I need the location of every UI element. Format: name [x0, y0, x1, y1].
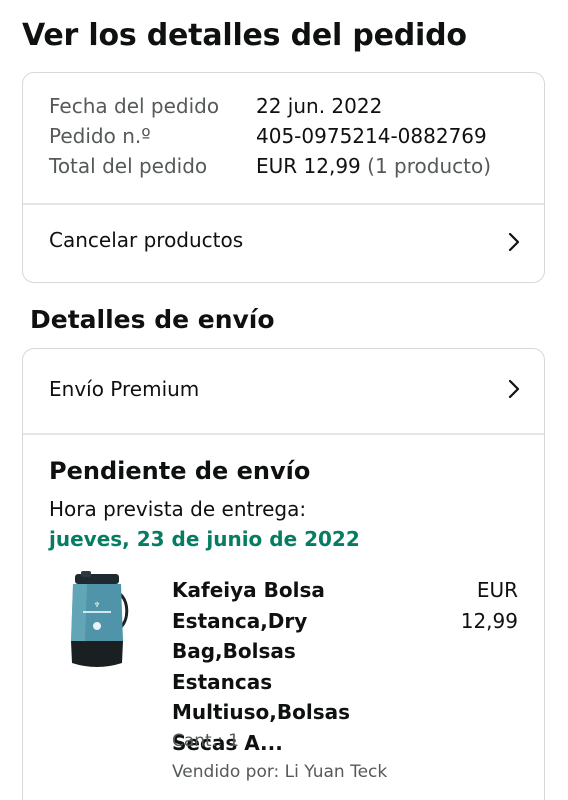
page-title: Ver los detalles del pedido: [22, 18, 467, 53]
order-number-label: Pedido n.º: [49, 124, 151, 148]
dry-bag-product-image[interactable]: ♆: [67, 571, 133, 671]
product-price: EUR 12,99: [461, 575, 518, 636]
chevron-right-icon: [508, 379, 520, 399]
shipment-status: Pendiente de envío: [49, 457, 311, 485]
order-summary-card: Fecha del pedido 22 jun. 2022 Pedido n.º…: [22, 72, 545, 283]
order-total-label: Total del pedido: [49, 154, 208, 178]
delivery-estimate-date: jueves, 23 de junio de 2022: [49, 527, 360, 551]
cancel-products-label: Cancelar productos: [49, 228, 244, 252]
shipping-method-row[interactable]: Envío Premium: [23, 349, 544, 433]
order-date-label: Fecha del pedido: [49, 94, 220, 118]
order-details-page: Ver los detalles del pedido Fecha del pe…: [0, 0, 568, 800]
order-date-value: 22 jun. 2022: [256, 94, 383, 118]
delivery-estimate-label: Hora prevista de entrega:: [49, 497, 307, 521]
shipping-method-label: Envío Premium: [49, 377, 200, 401]
product-seller: Vendido por: Li Yuan Teck: [172, 762, 388, 782]
order-total-amount: EUR 12,99: [256, 154, 361, 178]
product-price-amount: 12,99: [460, 608, 518, 633]
order-total-items: (1 producto): [367, 154, 492, 178]
svg-text:♆: ♆: [94, 601, 100, 609]
shipping-divider: [23, 433, 544, 435]
product-quantity: Cant.: 1: [172, 731, 240, 751]
shipping-card: Envío Premium Pendiente de envío Hora pr…: [22, 348, 545, 800]
cancel-products-row[interactable]: Cancelar productos: [23, 204, 544, 282]
order-total-value: EUR 12,99 (1 producto): [256, 154, 491, 178]
order-number-value: 405-0975214-0882769: [256, 124, 487, 148]
chevron-right-icon: [508, 232, 520, 252]
shipping-section-title: Detalles de envío: [30, 305, 275, 334]
product-price-currency: EUR: [476, 578, 518, 602]
